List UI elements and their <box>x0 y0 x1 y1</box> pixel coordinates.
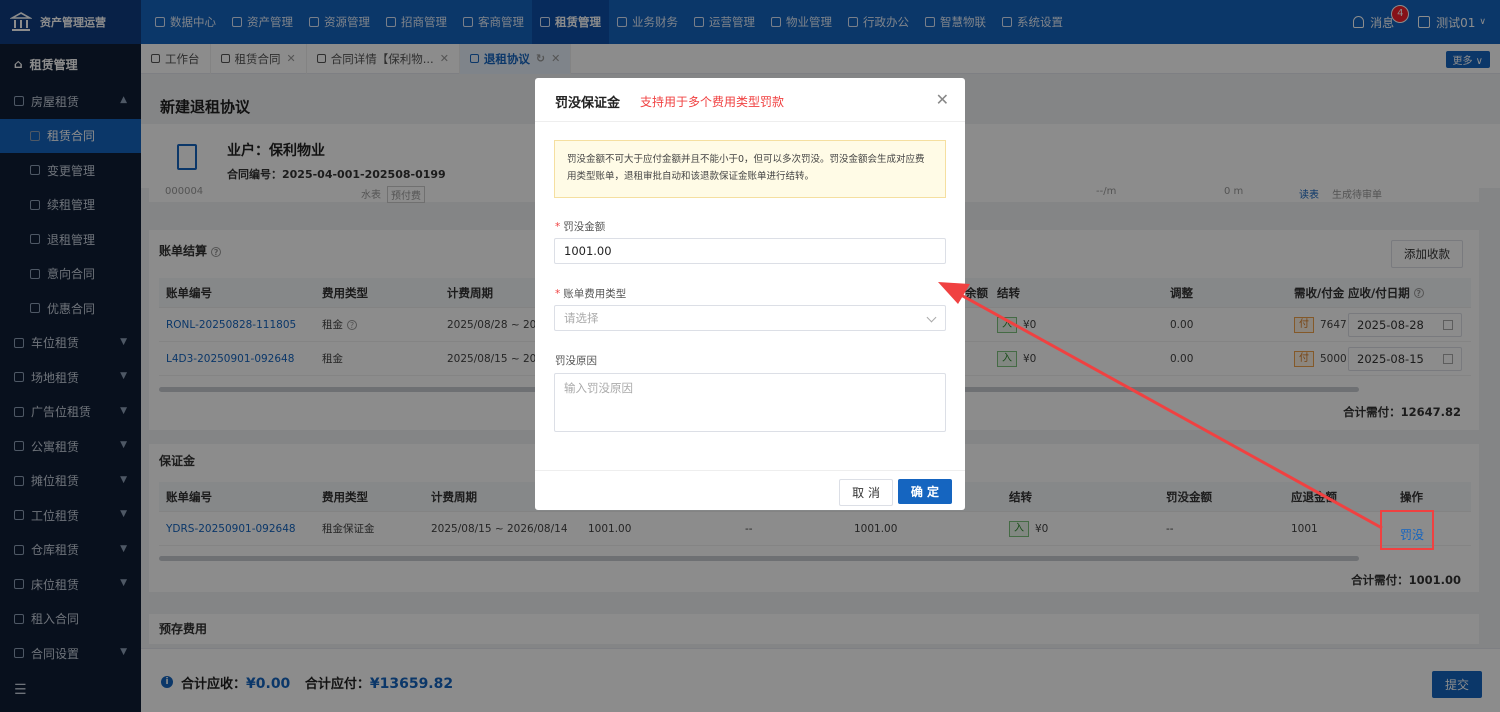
fee-type-label: * 账单费用类型 <box>555 286 626 301</box>
modal-subtitle: 支持用于多个费用类型罚款 <box>640 95 785 109</box>
chevron-down-icon <box>926 312 937 323</box>
modal-header: 罚没保证金 支持用于多个费用类型罚款 ✕ <box>535 78 965 122</box>
reason-textarea[interactable]: 输入罚没原因 <box>554 373 946 432</box>
required-mark: * <box>555 288 561 300</box>
notice-alert: 罚没金额不可大于应付金额并且不能小于0，但可以多次罚没。罚没金额会生成对应费用类… <box>554 140 946 198</box>
forfeit-deposit-modal: 罚没保证金 支持用于多个费用类型罚款 ✕ 罚没金额不可大于应付金额并且不能小于0… <box>535 78 965 510</box>
modal-title: 罚没保证金 <box>555 96 621 111</box>
amount-label-text: 罚没金额 <box>563 221 606 233</box>
forfeit-amount-input[interactable]: 1001.00 <box>554 238 946 264</box>
required-mark: * <box>555 221 561 233</box>
confirm-button[interactable]: 确 定 <box>897 479 952 504</box>
reason-label: 罚没原因 <box>555 355 597 367</box>
fee-type-select[interactable]: 请选择 <box>554 305 946 331</box>
fee-type-label-text: 账单费用类型 <box>563 288 627 300</box>
modal-footer: 取 消 确 定 <box>535 470 965 510</box>
cancel-button[interactable]: 取 消 <box>839 479 893 506</box>
amount-label: * 罚没金额 <box>555 219 605 234</box>
fee-type-placeholder: 请选择 <box>564 311 599 325</box>
close-icon[interactable]: ✕ <box>936 90 949 109</box>
forfeit-action-link[interactable]: 罚没 <box>1400 526 1424 543</box>
